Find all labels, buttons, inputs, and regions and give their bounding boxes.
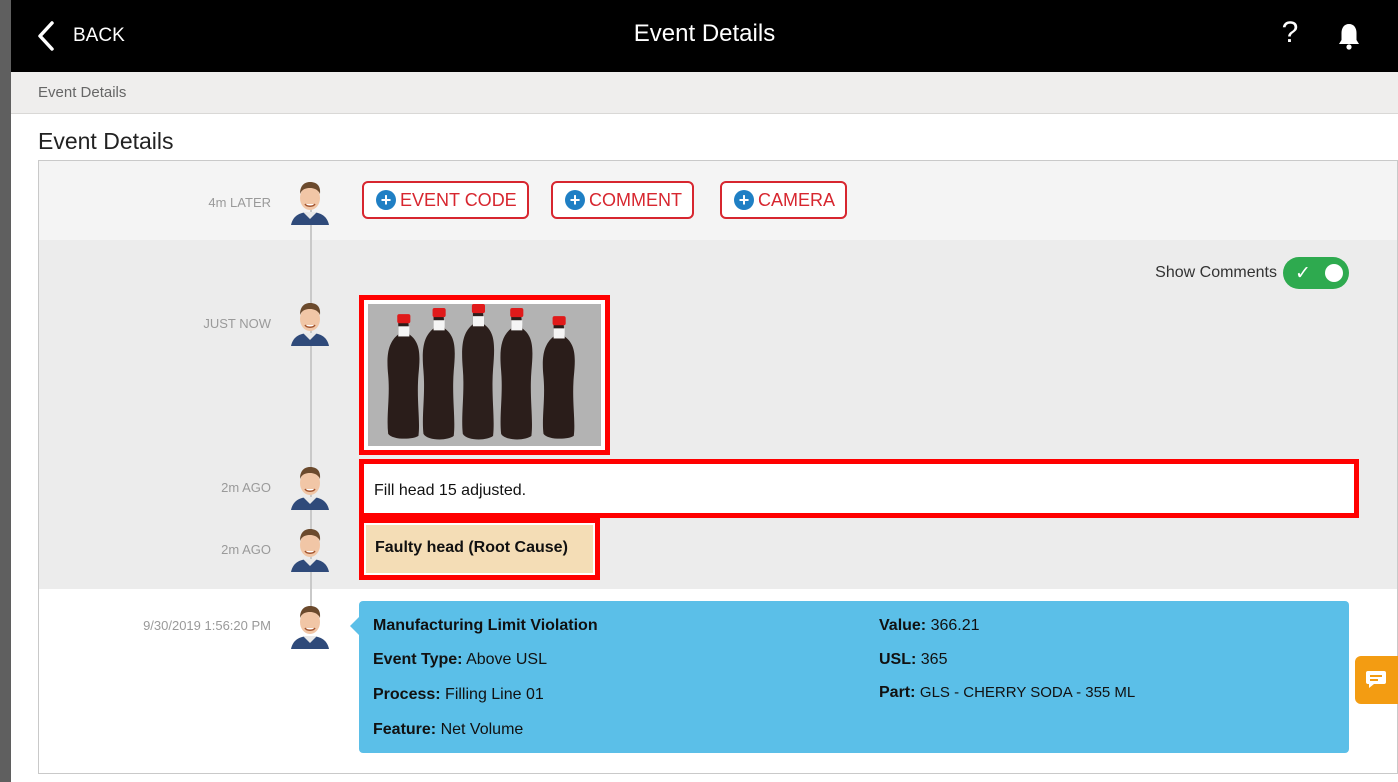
- chat-icon: [1366, 671, 1386, 688]
- event-code-entry[interactable]: Faulty head (Root Cause): [359, 518, 600, 580]
- chat-button[interactable]: [1355, 656, 1398, 704]
- show-comments-toggle[interactable]: ✓: [1283, 257, 1349, 289]
- page-title: Event Details: [38, 128, 174, 154]
- event-type: Event Type: Above USL: [373, 651, 547, 668]
- show-comments-control: Show Comments ✓: [1155, 257, 1349, 289]
- event-usl: USL: 365: [879, 651, 948, 668]
- comment-entry[interactable]: Fill head 15 adjusted.: [359, 459, 1359, 518]
- breadcrumb-item[interactable]: Event Details: [38, 84, 126, 101]
- breadcrumb: Event Details: [11, 72, 1398, 114]
- image-attachment[interactable]: [359, 295, 610, 455]
- button-label: CAMERA: [758, 189, 836, 210]
- app-title: Event Details: [633, 20, 776, 47]
- comments-section: [39, 240, 1397, 589]
- violation-event-card[interactable]: Manufacturing Limit Violation Event Type…: [350, 601, 1349, 753]
- event-value: Value: 366.21: [879, 617, 980, 634]
- add-camera-button[interactable]: + CAMERA: [720, 181, 848, 219]
- event-title: Manufacturing Limit Violation: [373, 617, 598, 634]
- card-pointer: [350, 617, 359, 635]
- check-icon: ✓: [1295, 263, 1311, 284]
- user-avatar: [291, 182, 329, 225]
- timestamp: 9/30/2019 1:56:20 PM: [143, 618, 271, 633]
- add-comment-button[interactable]: + COMMENT: [551, 181, 694, 219]
- timestamp: 2m AGO: [221, 480, 271, 495]
- add-event-code-button[interactable]: + EVENT CODE: [362, 181, 529, 219]
- event-part: Part: GLS - CHERRY SODA - 355 ML: [879, 684, 1136, 701]
- toggle-knob: [1325, 264, 1343, 282]
- user-avatar: [291, 303, 329, 346]
- timestamp: 4m LATER: [208, 195, 271, 210]
- show-comments-label: Show Comments: [1155, 264, 1277, 281]
- soda-bottles-image: [368, 304, 601, 446]
- comment-text: Fill head 15 adjusted.: [374, 482, 527, 499]
- event-code-text: Faulty head (Root Cause): [375, 539, 568, 556]
- button-label: EVENT CODE: [400, 189, 517, 210]
- question-icon[interactable]: ?: [1277, 16, 1303, 50]
- plus-circle-icon: +: [376, 190, 396, 210]
- timestamp: 2m AGO: [221, 542, 271, 557]
- event-feature: Feature: Net Volume: [373, 721, 524, 738]
- top-bar: BACK Event Details ?: [11, 0, 1398, 72]
- user-avatar: [291, 467, 329, 510]
- event-details-panel: 4m LATER + EVENT CODE + COMMENT + CAMERA Sh…: [38, 160, 1398, 774]
- plus-circle-icon: +: [565, 190, 585, 210]
- left-edge: [0, 0, 11, 782]
- event-process: Process: Filling Line 01: [373, 686, 544, 703]
- plus-circle-icon: +: [734, 190, 754, 210]
- user-avatar: [291, 606, 329, 649]
- timestamp: JUST NOW: [203, 316, 271, 331]
- event-code-badge: Faulty head (Root Cause): [366, 525, 593, 573]
- user-avatar: [291, 529, 329, 572]
- button-label: COMMENT: [589, 189, 682, 210]
- bell-icon[interactable]: [1337, 22, 1361, 50]
